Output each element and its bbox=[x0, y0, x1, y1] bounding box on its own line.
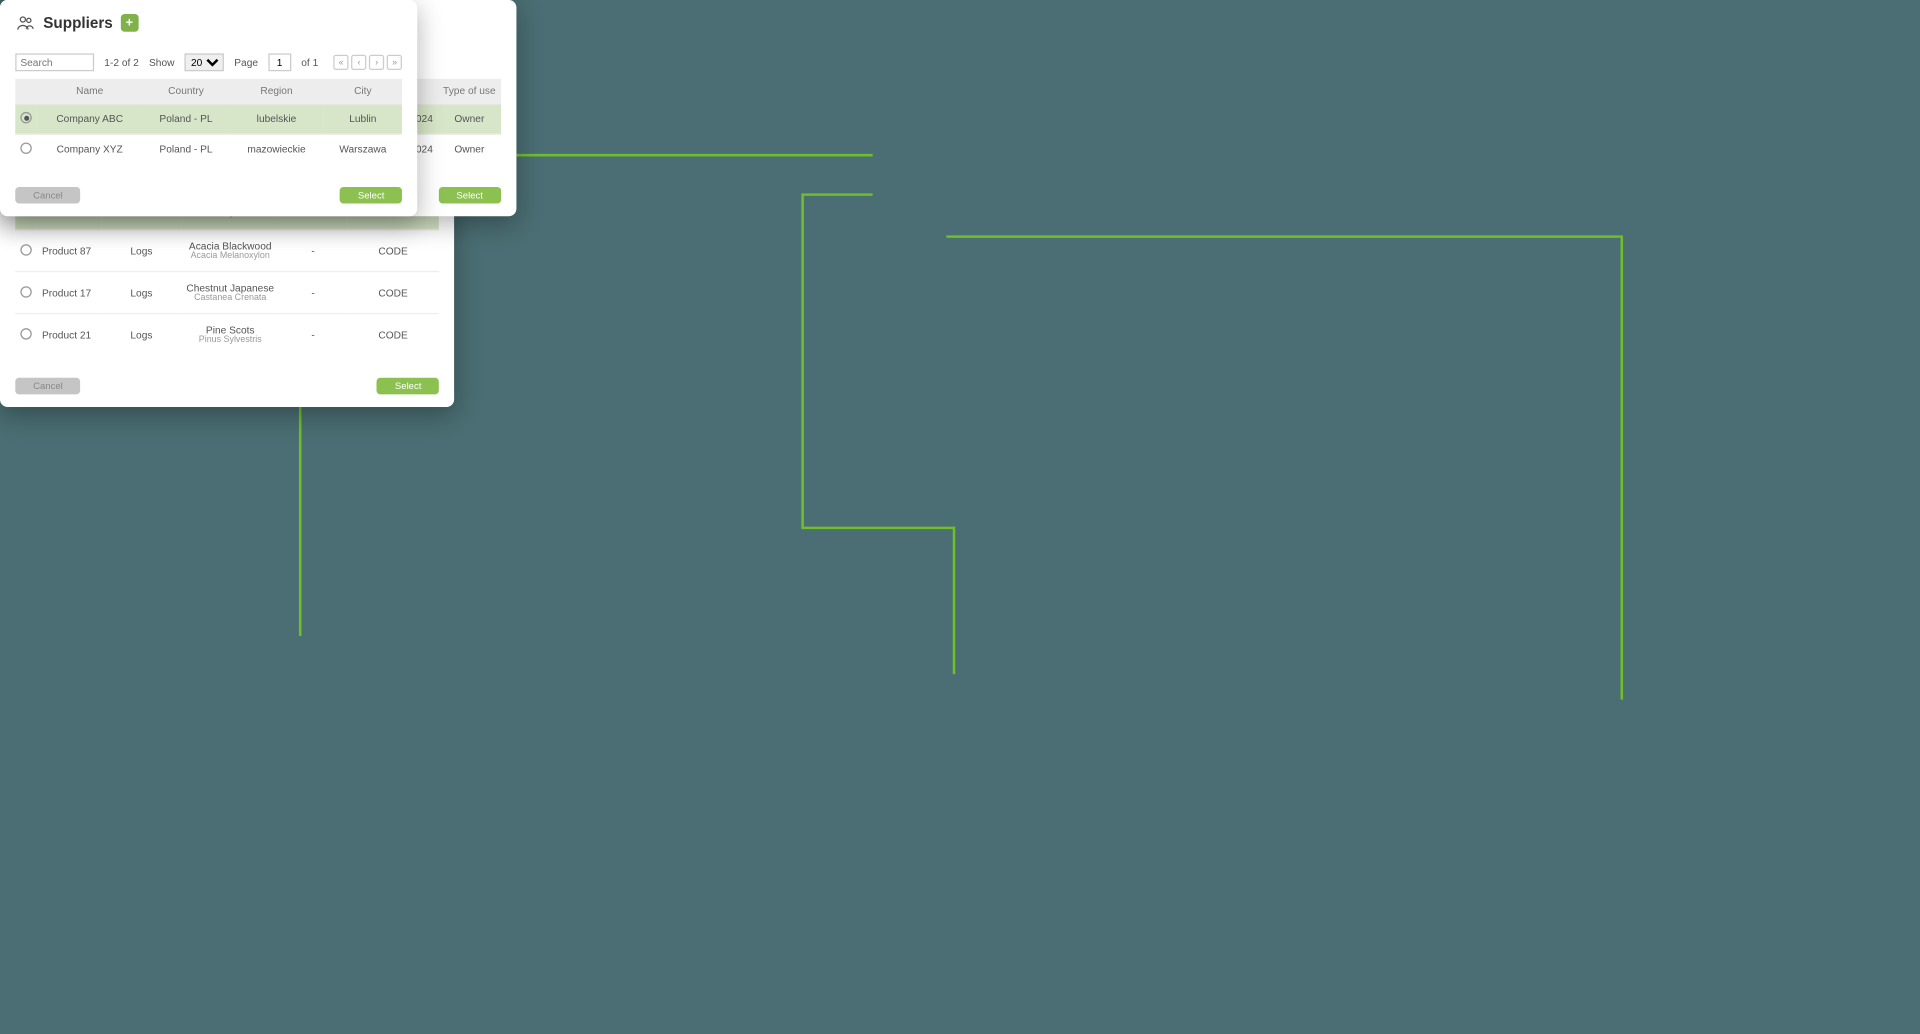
table-row[interactable]: Product 87LogsAcacia BlackwoodAcacia Mel… bbox=[15, 230, 439, 272]
add-supplier-button[interactable]: + bbox=[120, 14, 138, 32]
row-radio[interactable] bbox=[20, 142, 31, 153]
page-size-select[interactable]: 20 bbox=[185, 53, 224, 71]
table-row[interactable]: Product 21LogsPine ScotsPinus Sylvestris… bbox=[15, 314, 439, 355]
cancel-button[interactable]: Cancel bbox=[15, 378, 80, 395]
page-input[interactable] bbox=[268, 53, 291, 71]
select-button[interactable]: Select bbox=[439, 187, 501, 204]
suppliers-modal-title: Suppliers + bbox=[0, 0, 417, 46]
table-row[interactable]: Company XYZPoland - PLmazowieckieWarszaw… bbox=[15, 134, 402, 164]
suppliers-icon bbox=[15, 13, 35, 33]
page-prev[interactable]: ‹ bbox=[351, 55, 366, 70]
suppliers-table: Name Country Region City Company ABCPola… bbox=[15, 79, 402, 164]
select-button[interactable]: Select bbox=[377, 378, 439, 395]
cancel-button[interactable]: Cancel bbox=[15, 187, 80, 204]
row-radio[interactable] bbox=[20, 286, 31, 297]
row-radio[interactable] bbox=[20, 112, 31, 123]
page-first[interactable]: « bbox=[334, 55, 349, 70]
page-next[interactable]: › bbox=[369, 55, 384, 70]
select-button[interactable]: Select bbox=[340, 187, 402, 204]
table-row[interactable]: Product 17LogsChestnut JapaneseCastanea … bbox=[15, 272, 439, 314]
search-input[interactable] bbox=[15, 53, 94, 71]
row-radio[interactable] bbox=[20, 328, 31, 339]
table-row[interactable]: Company ABCPoland - PLlubelskieLublin bbox=[15, 104, 402, 135]
range-label: 1-2 of 2 bbox=[104, 57, 139, 68]
row-radio[interactable] bbox=[20, 244, 31, 255]
page-last[interactable]: » bbox=[387, 55, 402, 70]
